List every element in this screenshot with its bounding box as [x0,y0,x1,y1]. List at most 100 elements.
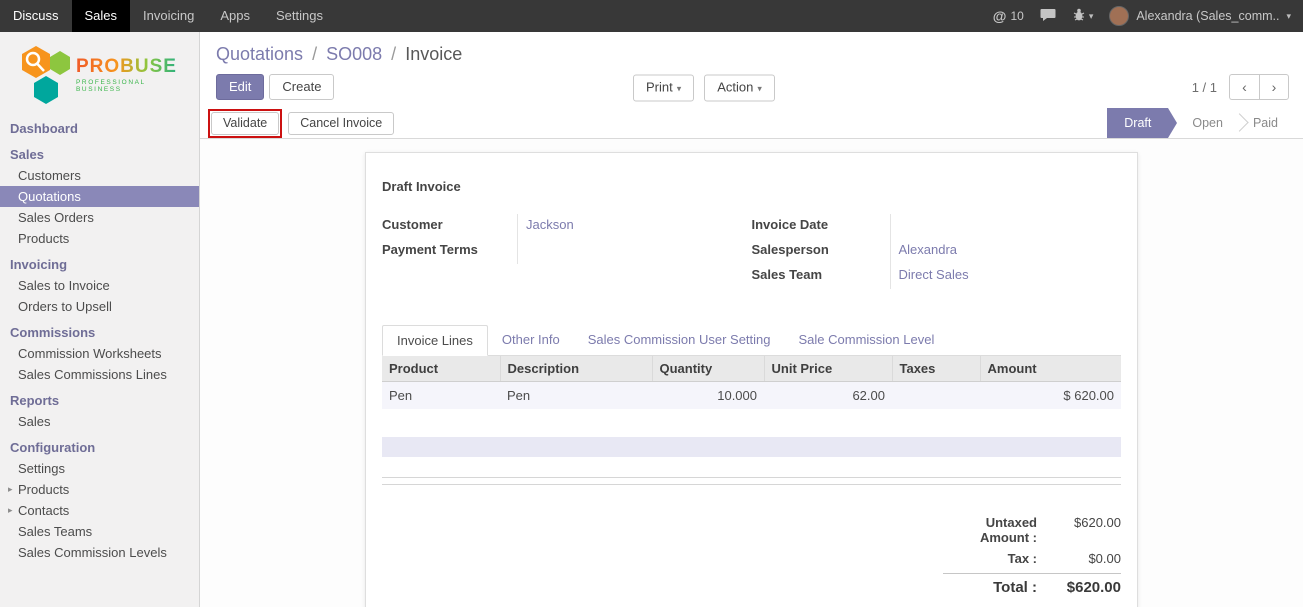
tab-invoice-lines[interactable]: Invoice Lines [382,325,488,356]
salesperson-label: Salesperson [752,239,890,264]
breadcrumb-so008[interactable]: SO008 [326,44,382,64]
column-header-description: Description [500,356,652,382]
state-widget: Draft Open Paid [1107,108,1293,138]
logo-title: PROBUSE [76,56,191,78]
sidebar-item-quotations[interactable]: Quotations [0,186,199,207]
sidebar-section-configuration[interactable]: Configuration [0,437,199,458]
messages-button[interactable] [1040,8,1056,25]
edit-button[interactable]: Edit [216,74,264,100]
pager-previous-button[interactable]: ‹ [1229,74,1259,100]
user-menu[interactable]: Alexandra (Sales_comm.. ▾ [1109,6,1291,26]
sales-team-label: Sales Team [752,264,890,289]
topbar-right: @ 10 ▾ Alexandra (Sales_comm.. ▾ [993,6,1303,26]
table-row[interactable]: Pen Pen 10.000 62.00 $ 620.00 [382,382,1121,410]
sidebar-item-sales-teams[interactable]: Sales Teams [0,521,199,542]
mentions-indicator[interactable]: @ 10 [993,8,1024,24]
sidebar-item-settings[interactable]: Settings [0,458,199,479]
group-separator [382,477,1121,485]
cell-quantity: 10.000 [652,382,764,410]
invoice-date-label: Invoice Date [752,214,890,239]
tab-sale-commission-level[interactable]: Sale Commission Level [785,325,949,355]
sidebar-section-dashboard[interactable]: Dashboard [0,118,199,139]
total-value: $620.00 [1051,579,1121,596]
cancel-invoice-button[interactable]: Cancel Invoice [288,112,394,135]
control-panel: Edit Create Print▾ Action▾ 1 / 1 ‹ › [200,67,1303,108]
sidebar-item-reports-sales[interactable]: Sales [0,411,199,432]
logo-text: PROBUSE PROFESSIONAL BUSINESS [76,56,191,93]
cell-unit-price: 62.00 [764,382,892,410]
logo-hexagons-icon [14,42,70,107]
column-header-product: Product [382,356,500,382]
pager: 1 / 1 ‹ › [1192,74,1289,100]
topbar-menu-discuss[interactable]: Discuss [0,0,72,32]
column-header-quantity: Quantity [652,356,764,382]
pager-next-button[interactable]: › [1259,74,1289,100]
state-paid[interactable]: Paid [1238,108,1293,138]
expand-icon[interactable]: ▸ [8,503,13,518]
cell-amount: $ 620.00 [980,382,1121,410]
pager-value: 1 / 1 [1192,80,1217,95]
table-header-row: Product Description Quantity Unit Price … [382,356,1121,382]
invoice-state-title: Draft Invoice [382,179,1121,194]
topbar-menu-apps[interactable]: Apps [207,0,263,32]
sidebar-item-customers[interactable]: Customers [0,165,199,186]
breadcrumb-current: Invoice [405,44,462,64]
field-group-right: Invoice Date Salesperson Alexandra Sales… [752,214,1122,289]
topbar-menus: Discuss Sales Invoicing Apps Settings [0,0,336,32]
sidebar-item-products[interactable]: Products [0,228,199,249]
chevron-down-icon: ▾ [757,83,762,93]
sidebar-section-sales[interactable]: Sales [0,144,199,165]
sidebar-item-sales-commission-levels[interactable]: Sales Commission Levels [0,542,199,563]
topbar-menu-sales[interactable]: Sales [72,0,131,32]
sidebar-item-sales-to-invoice[interactable]: Sales to Invoice [0,275,199,296]
topbar-menu-settings[interactable]: Settings [263,0,336,32]
cell-product: Pen [382,382,500,410]
breadcrumb-separator: / [308,44,321,64]
invoice-sheet: Draft Invoice Customer Jackson Payment T… [365,152,1138,607]
form-view-area: Draft Invoice Customer Jackson Payment T… [200,139,1303,607]
untaxed-amount-label: Untaxed Amount : [943,515,1037,545]
tax-label: Tax : [943,551,1037,566]
user-name: Alexandra (Sales_comm.. [1136,9,1279,23]
tab-sales-commission-user-setting[interactable]: Sales Commission User Setting [574,325,785,355]
sidebar-item-label: Products [18,482,69,497]
main-panel: Quotations / SO008 / Invoice Edit Create… [200,32,1303,607]
sidebar-item-orders-to-upsell[interactable]: Orders to Upsell [0,296,199,317]
sidebar-item-sales-orders[interactable]: Sales Orders [0,207,199,228]
print-dropdown-button[interactable]: Print▾ [633,74,694,101]
action-dropdown-button[interactable]: Action▾ [704,74,775,101]
app-logo[interactable]: PROBUSE PROFESSIONAL BUSINESS [0,32,199,113]
breadcrumb-quotations[interactable]: Quotations [216,44,303,64]
field-groups: Customer Jackson Payment Terms Invoice D… [382,214,1121,289]
sidebar-section-reports[interactable]: Reports [0,390,199,411]
tab-other-info[interactable]: Other Info [488,325,574,355]
sidebar-section-invoicing[interactable]: Invoicing [0,254,199,275]
topbar-menu-invoicing[interactable]: Invoicing [130,0,207,32]
total-separator [943,573,1121,574]
create-button[interactable]: Create [269,74,334,100]
breadcrumb-separator: / [387,44,400,64]
sidebar-item-commission-worksheets[interactable]: Commission Worksheets [0,343,199,364]
avatar [1109,6,1129,26]
invoice-date-value [890,214,1122,239]
mention-count: 10 [1010,9,1023,23]
payment-terms-label: Payment Terms [382,239,517,264]
sidebar-item-sales-commissions-lines[interactable]: Sales Commissions Lines [0,364,199,385]
sidebar-item-config-products[interactable]: ▸ Products [0,479,199,500]
payment-terms-value [517,239,752,264]
state-draft[interactable]: Draft [1107,108,1168,138]
tax-value: $0.00 [1051,551,1121,566]
sales-team-value[interactable]: Direct Sales [890,264,1122,289]
expand-icon[interactable]: ▸ [8,482,13,497]
salesperson-value[interactable]: Alexandra [890,239,1122,264]
invoice-lines-table: Product Description Quantity Unit Price … [382,356,1121,409]
field-group-left: Customer Jackson Payment Terms [382,214,752,289]
chevron-down-icon: ▾ [1286,11,1291,22]
debug-menu-button[interactable]: ▾ [1072,8,1094,25]
sidebar-item-config-contacts[interactable]: ▸ Contacts [0,500,199,521]
state-open[interactable]: Open [1168,108,1238,138]
chevron-down-icon: ▾ [1089,11,1094,22]
sidebar-section-commissions[interactable]: Commissions [0,322,199,343]
validate-button[interactable]: Validate [211,112,279,135]
customer-value[interactable]: Jackson [517,214,752,239]
